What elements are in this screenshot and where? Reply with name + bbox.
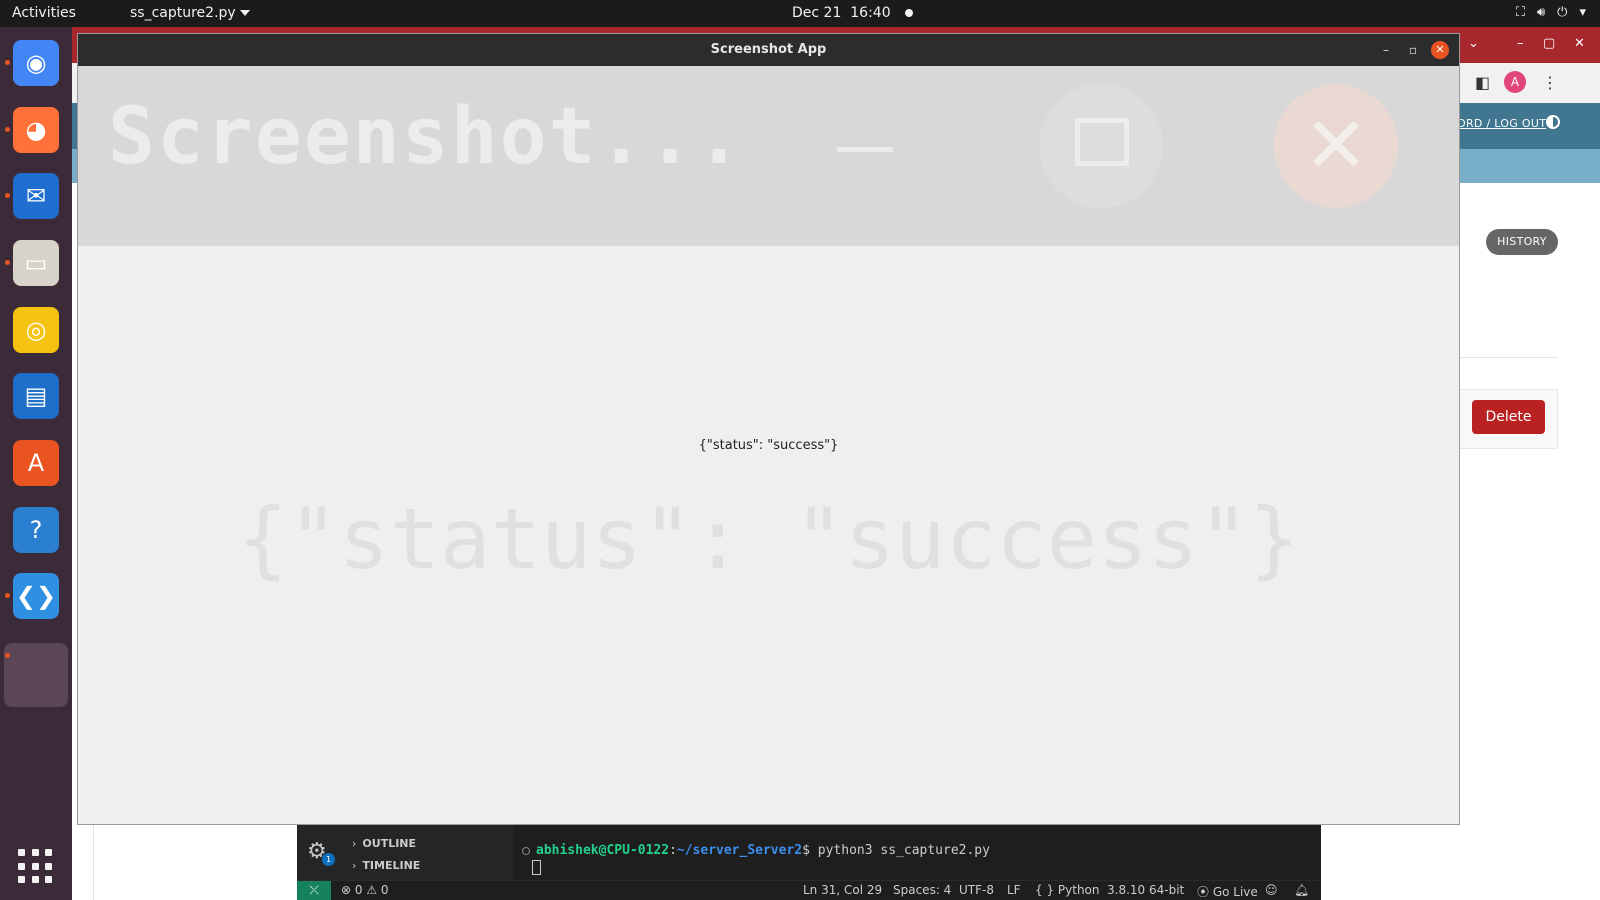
vscode-sidebar: ⚙ 1 › OUTLINE › TIMELINE (297, 823, 514, 880)
activities-button[interactable]: Activities (12, 5, 76, 21)
outline-section[interactable]: › OUTLINE (352, 837, 416, 850)
minimize-icon[interactable]: – (1517, 36, 1524, 51)
notification-dot-icon (904, 9, 913, 17)
volume-icon: 🔊︎ (1536, 5, 1546, 20)
bell-icon[interactable]: 🔔︎ (1294, 883, 1309, 897)
chevron-right-icon: › (352, 837, 357, 850)
close-icon[interactable]: ✕ (1574, 36, 1585, 51)
status-label: {"status": "success"} (698, 438, 839, 453)
delete-button[interactable]: Delete (1472, 400, 1545, 434)
go-live-button[interactable]: ⦿ Go Live (1197, 883, 1258, 900)
dock-chrome-icon[interactable]: ◉ (13, 40, 59, 86)
dock-firefox-icon[interactable]: ◕ (13, 107, 59, 153)
clock-date: Dec 21 (792, 5, 842, 21)
running-indicator (5, 60, 10, 65)
captured-title-text: Screenshot... (108, 92, 745, 182)
dock-vscode-icon[interactable]: ❮❯ (13, 573, 59, 619)
running-indicator (5, 653, 10, 658)
dock-libreoffice-writer-icon[interactable]: ▤ (13, 373, 59, 419)
indentation[interactable]: Spaces: 4 (893, 883, 951, 897)
chevron-down-icon: ▾ (1579, 5, 1586, 20)
menu-icon[interactable]: ⋮ (1542, 73, 1558, 92)
running-indicator (5, 260, 10, 265)
python-interpreter[interactable]: 3.8.10 64-bit (1107, 883, 1184, 897)
profile-avatar[interactable]: A (1504, 71, 1526, 93)
user-tools-links[interactable]: ORD / LOG OUT (1457, 117, 1546, 130)
captured-maximize-icon (1075, 118, 1129, 166)
app-body: {"status": "success"} {"status": "succes… (78, 246, 1459, 824)
power-icon: ⏻ (1557, 5, 1568, 20)
show-apps-grid-icon[interactable] (18, 849, 54, 885)
running-indicator (5, 127, 10, 132)
terminal-command: $ python3 ss_capture2.py (802, 843, 990, 858)
vscode-window: ⚙ 1 › OUTLINE › TIMELINE abhishek@CPU-0122:… (297, 823, 1321, 900)
active-app-slot[interactable] (4, 643, 68, 707)
app-menu-label: ss_capture2.py (130, 5, 236, 21)
line-ending[interactable]: LF (1007, 883, 1021, 897)
chevron-right-icon: › (352, 859, 357, 872)
clock[interactable]: Dec 21 16:40 (792, 5, 913, 21)
clock-time: 16:40 (850, 5, 891, 21)
running-indicator (5, 193, 10, 198)
timeline-label: TIMELINE (362, 859, 421, 872)
minimize-button[interactable]: – (1377, 41, 1395, 59)
captured-minimize-icon (837, 147, 893, 152)
prompt-user: abhishek@CPU-0122 (536, 843, 670, 858)
terminal-prompt-line: abhishek@CPU-0122:~/server_Server2$ pyth… (522, 843, 990, 858)
app-menu[interactable]: ss_capture2.py (130, 5, 250, 21)
cursor-position[interactable]: Ln 31, Col 29 (803, 883, 882, 897)
encoding[interactable]: UTF-8 (959, 883, 994, 897)
screenshot-app-window: Screenshot App – ▫ ✕ Screenshot... ✕ {"s… (77, 33, 1460, 825)
go-live-label: Go Live (1212, 885, 1258, 899)
maximize-button[interactable]: ▫ (1404, 41, 1422, 59)
manage-gear-icon[interactable]: ⚙ 1 (307, 839, 335, 866)
window-titlebar[interactable]: Screenshot App – ▫ ✕ (78, 34, 1459, 66)
tab-list-chevron-icon[interactable]: ⌄ (1468, 36, 1479, 51)
captured-close-icon: ✕ (1274, 84, 1398, 208)
sidebar-icon[interactable]: ◧ (1475, 73, 1490, 92)
dock-rhythmbox-icon[interactable]: ◎ (13, 307, 59, 353)
dock-files-icon[interactable]: ▭ (13, 240, 59, 286)
remote-indicator-icon[interactable]: ⤫ (297, 881, 331, 900)
timeline-section[interactable]: › TIMELINE (352, 859, 420, 872)
dock-app-center-icon[interactable]: A (13, 440, 59, 486)
command-status-icon (522, 846, 530, 855)
theme-toggle-icon[interactable] (1546, 115, 1560, 129)
terminal[interactable]: abhishek@CPU-0122:~/server_Server2$ pyth… (514, 823, 1321, 880)
dock-help-icon[interactable]: ? (13, 507, 59, 553)
captured-status-text: {"status": "success"} (237, 490, 1300, 588)
network-icon: ⛶ (1515, 5, 1525, 20)
broadcast-icon: ⦿ (1197, 885, 1213, 899)
feedback-icon[interactable]: ☺ (1265, 883, 1278, 897)
vscode-statusbar: ⤫ ⊗ 0 ⚠ 0 Ln 31, Col 29 Spaces: 4 UTF-8 … (297, 880, 1321, 900)
running-indicator (5, 593, 10, 598)
language-mode[interactable]: { } Python (1035, 883, 1100, 897)
terminal-cursor (532, 860, 541, 875)
close-button[interactable]: ✕ (1431, 41, 1449, 59)
history-button[interactable]: HISTORY (1486, 229, 1558, 255)
problems-indicator[interactable]: ⊗ 0 ⚠ 0 (341, 883, 389, 897)
prompt-path: ~/server_Server2 (676, 843, 803, 858)
caret-down-icon (239, 10, 250, 16)
system-tray[interactable]: ⛶ 🔊︎ ⏻ ▾ (1516, 4, 1586, 22)
dock-thunderbird-icon[interactable]: ✉ (13, 173, 59, 219)
notification-badge: 1 (322, 853, 335, 866)
top-bar: Activities ss_capture2.py Dec 21 16:40 ⛶… (0, 0, 1600, 27)
dock: ◉ ◕ ✉ ▭ ◎ ▤ A? ❮❯ (0, 27, 72, 900)
window-title: Screenshot App (710, 42, 827, 57)
restore-icon[interactable]: ▢ (1543, 36, 1555, 51)
outline-label: OUTLINE (362, 837, 417, 850)
captured-image-banner: Screenshot... ✕ (78, 66, 1459, 246)
